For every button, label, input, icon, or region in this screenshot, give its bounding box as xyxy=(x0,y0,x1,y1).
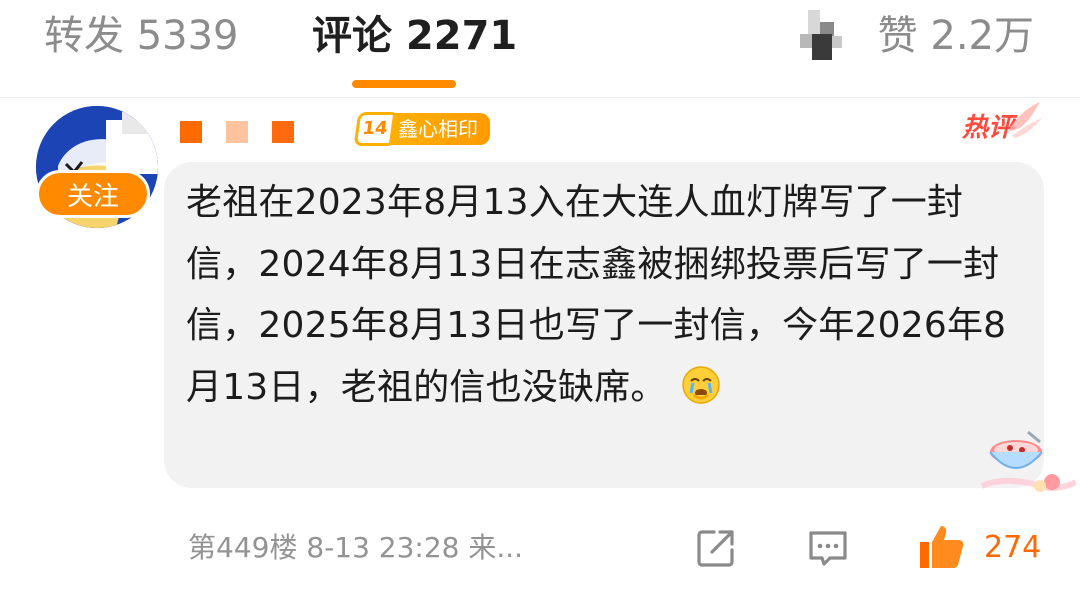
tab-like[interactable]: 赞 2.2万 xyxy=(878,8,1034,64)
liker-avatar-mosaic xyxy=(796,10,844,60)
fan-badge-label: 鑫心相印 xyxy=(390,113,490,145)
tab-comment[interactable]: 评论 2271 xyxy=(312,8,517,64)
share-icon[interactable] xyxy=(694,526,738,570)
tab-forward[interactable]: 转发 5339 xyxy=(44,8,239,64)
thumbs-up-icon[interactable] xyxy=(916,522,966,572)
bowl-sticker-icon xyxy=(980,430,1076,492)
comment-body[interactable]: 老祖在2023年8月13入在大连人血灯牌写了一封信，2024年8月13日在志鑫被… xyxy=(186,172,1016,418)
crying-face-emoji-icon xyxy=(681,365,720,404)
like-count: 274 xyxy=(984,530,1042,565)
tab-bar: 转发 5339 评论 2271 赞 2.2万 xyxy=(0,0,1080,98)
comment-floor-time: 第449楼 8-13 23:28 来... xyxy=(188,531,524,564)
username-mosaic[interactable] xyxy=(180,121,202,143)
comment-text: 老祖在2023年8月13入在大连人血灯牌写了一封信，2024年8月13日在志鑫被… xyxy=(186,182,1007,408)
username-mosaic xyxy=(272,121,294,143)
username-mosaic xyxy=(226,121,248,143)
follow-button[interactable]: 关注 xyxy=(36,170,150,218)
comment-icon[interactable] xyxy=(806,526,850,570)
fan-badge-level: 14 xyxy=(353,112,397,146)
hot-wing-icon xyxy=(1008,102,1042,138)
fan-badge[interactable]: 14 鑫心相印 xyxy=(353,112,490,146)
tab-active-indicator xyxy=(352,80,456,88)
